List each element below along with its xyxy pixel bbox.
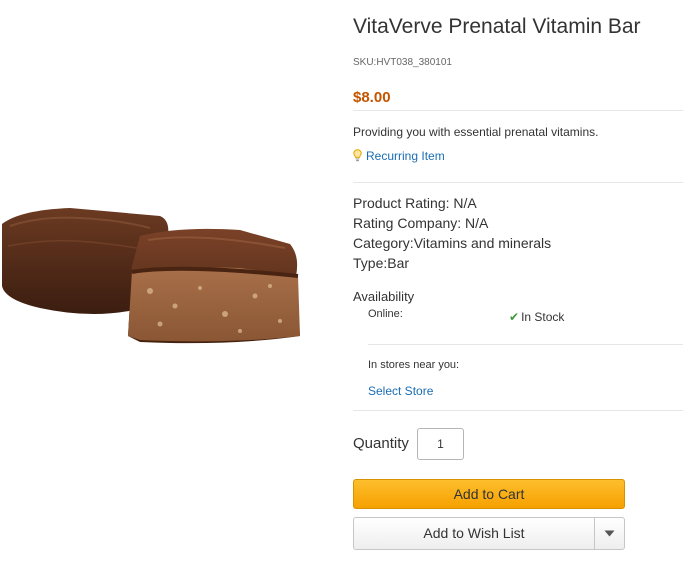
add-to-wish-list-button[interactable]: Add to Wish List	[354, 518, 594, 549]
divider	[353, 110, 683, 111]
product-category: Category:Vitamins and minerals	[353, 235, 552, 251]
caret-down-icon	[604, 530, 615, 537]
checkmark-icon: ✔	[509, 310, 520, 324]
quantity-input[interactable]	[417, 428, 464, 460]
product-image	[2, 208, 300, 344]
quantity-label: Quantity	[353, 435, 409, 452]
recurring-item-link[interactable]: Recurring Item	[353, 149, 445, 165]
stock-status-text: In Stock	[521, 310, 565, 324]
wish-list-dropdown-button[interactable]	[595, 518, 624, 549]
recurring-item-label: Recurring Item	[366, 149, 445, 163]
stock-status: ✔ In Stock	[509, 310, 564, 324]
product-rating: Product Rating: N/A	[353, 195, 477, 211]
product-sku: SKU:HVT038_380101	[353, 57, 452, 68]
divider	[353, 410, 683, 411]
product-price: $8.00	[353, 89, 391, 106]
availability-heading: Availability	[353, 289, 415, 304]
divider	[368, 344, 683, 345]
product-type: Type:Bar	[353, 255, 410, 271]
wish-list-button-group: Add to Wish List	[353, 517, 625, 550]
select-store-link[interactable]: Select Store	[368, 384, 433, 398]
divider	[353, 182, 683, 183]
rating-company: Rating Company: N/A	[353, 215, 489, 231]
lightbulb-icon	[353, 149, 362, 165]
online-label: Online:	[368, 308, 403, 320]
stores-near-you-label: In stores near you:	[368, 359, 460, 371]
product-title: VitaVerve Prenatal Vitamin Bar	[353, 15, 641, 38]
add-to-cart-button[interactable]: Add to Cart	[353, 479, 625, 509]
product-description: Providing you with essential prenatal vi…	[353, 125, 599, 139]
